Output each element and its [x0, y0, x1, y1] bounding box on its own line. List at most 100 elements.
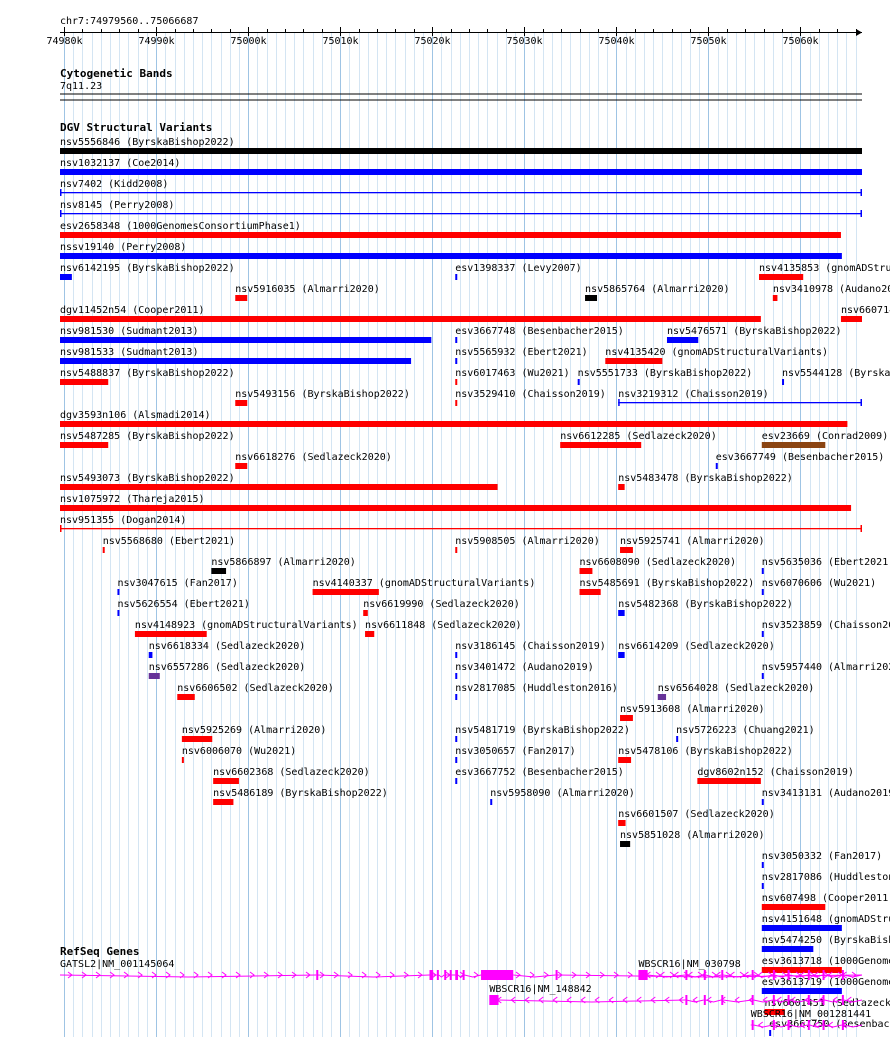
dgv-feature[interactable]: nsv5487285 (ByrskaBishop2022) — [60, 431, 235, 448]
dgv-feature-bar — [618, 484, 625, 490]
dgv-feature[interactable]: nsv5485691 (ByrskaBishop2022) — [579, 578, 755, 595]
dgv-feature[interactable]: nsv6614209 (Sedlazeck2020) — [618, 641, 775, 658]
dgv-feature-label: nsv6564028 (Sedlazeck2020) — [658, 683, 815, 694]
dgv-feature[interactable]: nsv5493156 (ByrskaBishop2022) — [235, 389, 410, 406]
dgv-feature[interactable]: nsv981530 (Sudmant2013) — [60, 326, 432, 343]
dgv-feature[interactable]: esv2658348 (1000GenomesConsortiumPhase1) — [60, 221, 841, 238]
dgv-feature[interactable]: esv3667748 (Besenbacher2015) — [455, 326, 624, 343]
dgv-feature[interactable]: nsv6612285 (Sedlazeck2020) — [560, 431, 717, 448]
dgv-feature[interactable]: nsv2817086 (Huddleston2016) — [761, 872, 890, 889]
dgv-feature[interactable]: nsv6618276 (Sedlazeck2020) — [235, 452, 392, 469]
dgv-feature[interactable]: nsv6564028 (Sedlazeck2020) — [657, 683, 815, 700]
dgv-feature[interactable]: nsv7402 (Kidd2008) — [60, 179, 862, 196]
dgv-feature[interactable]: nsv6601507 (Sedlazeck2020) — [618, 809, 775, 826]
dgv-feature[interactable]: nsv2817085 (Huddleston2016) — [455, 683, 618, 700]
dgv-feature[interactable]: nsv5957440 (Almarri2020) — [761, 662, 890, 679]
dgv-feature[interactable]: nsv5925269 (Almarri2020) — [181, 725, 327, 742]
dgv-feature[interactable]: nsv3047615 (Fan2017) — [117, 578, 238, 595]
dgv-feature[interactable]: nsv5482368 (ByrskaBishop2022) — [618, 599, 793, 616]
dgv-feature[interactable]: nsv6017463 (Wu2021) — [455, 368, 570, 385]
dgv-feature[interactable]: nsv5476571 (ByrskaBishop2022) — [666, 326, 842, 343]
dgv-feature[interactable]: nsv4140337 (gnomADStructuralVariants) — [312, 578, 536, 595]
dgv-feature[interactable]: nsv3219312 (Chaisson2019) — [618, 389, 862, 406]
dgv-feature[interactable]: esv3667752 (Besenbacher2015) — [455, 767, 624, 784]
refseq-exon — [822, 995, 825, 1005]
dgv-feature[interactable]: nsv951355 (Dogan2014) — [60, 515, 862, 532]
dgv-feature[interactable]: nsv3523859 (Chaisson2019) — [761, 620, 890, 637]
dgv-feature[interactable]: nsv5486189 (ByrskaBishop2022) — [213, 788, 388, 805]
dgv-feature[interactable]: nsv5478106 (ByrskaBishop2022) — [618, 746, 793, 763]
dgv-feature[interactable]: nsv5565932 (Ebert2021) — [455, 347, 588, 364]
dgv-feature[interactable]: nsv5866897 (Almarri2020) — [211, 557, 356, 574]
dgv-feature[interactable]: nsv3529410 (Chaisson2019) — [455, 389, 606, 406]
dgv-feature[interactable]: nsv4135853 (gnomADStructuralVariants) — [759, 263, 890, 280]
dgv-feature[interactable]: dgv11452n54 (Cooper2011) — [60, 305, 761, 322]
dgv-feature[interactable]: nsv6070606 (Wu2021) — [761, 578, 876, 595]
dgv-feature-bar — [455, 694, 458, 700]
dgv-feature[interactable]: nsv5544128 (ByrskaBishop2022) — [782, 368, 890, 385]
dgv-feature[interactable]: nsv3413131 (Audano2019) — [761, 788, 890, 805]
dgv-feature-bar — [60, 358, 412, 364]
dgv-feature[interactable]: nsv8145 (Perry2008) — [60, 200, 862, 217]
dgv-feature[interactable]: nsv6619990 (Sedlazeck2020) — [363, 599, 520, 616]
dgv-feature[interactable]: nsv6608090 (Sedlazeck2020) — [579, 557, 737, 574]
dgv-feature[interactable]: nsv5726223 (Chuang2021) — [676, 725, 815, 742]
dgv-feature[interactable]: nsv1032137 (Coe2014) — [60, 158, 862, 175]
dgv-feature[interactable]: nsv5481719 (ByrskaBishop2022) — [455, 725, 630, 742]
dgv-feature[interactable]: nsv5626554 (Ebert2021) — [117, 599, 250, 616]
dgv-feature[interactable]: nsv981533 (Sudmant2013) — [60, 347, 412, 364]
dgv-feature[interactable]: nsv5493073 (ByrskaBishop2022) — [60, 473, 498, 490]
dgv-feature[interactable]: nsv5556846 (ByrskaBishop2022) — [60, 137, 862, 154]
refseq-exon — [807, 970, 810, 980]
dgv-feature[interactable]: nsv6557286 (Sedlazeck2020) — [148, 662, 306, 679]
dgv-feature[interactable]: esv3667749 (Besenbacher2015) — [715, 452, 885, 469]
dgv-feature[interactable]: nsv3410978 (Audano2019) — [772, 284, 890, 301]
dgv-feature[interactable]: nsv6602368 (Sedlazeck2020) — [213, 767, 370, 784]
dgv-feature[interactable]: nsv4135420 (gnomADStructuralVariants) — [605, 347, 828, 364]
dgv-feature[interactable]: nsv6006070 (Wu2021) — [181, 746, 296, 763]
dgv-feature[interactable]: nsv5958090 (Almarri2020) — [490, 788, 635, 805]
dgv-feature[interactable]: nsv3050657 (Fan2017) — [455, 746, 576, 763]
dgv-feature[interactable]: esv3613718 (1000GenomesConsortiumPilot) — [761, 956, 890, 973]
dgv-feature[interactable]: nsv5925741 (Almarri2020) — [620, 536, 765, 553]
dgv-feature[interactable]: nsv5913608 (Almarri2020) — [620, 704, 765, 721]
dgv-feature[interactable]: nsv3186145 (Chaisson2019) — [455, 641, 606, 658]
dgv-feature[interactable]: nsv5916035 (Almarri2020) — [235, 284, 380, 301]
dgv-feature[interactable]: nsv5483478 (ByrskaBishop2022) — [618, 473, 793, 490]
dgv-feature[interactable]: nsv6606502 (Sedlazeck2020) — [177, 683, 334, 700]
dgv-feature[interactable]: nsv6611848 (Sedlazeck2020) — [365, 620, 522, 637]
dgv-feature[interactable]: nsv4148923 (gnomADStructuralVariants) — [134, 620, 358, 637]
dgv-feature[interactable]: nsv4151648 (gnomADStructuralVariants) — [761, 914, 890, 931]
dgv-feature[interactable]: nsv6607144 (Sedlazeck2020) — [840, 305, 890, 322]
ruler-tick-label: 74990k — [138, 36, 174, 47]
dgv-feature-bar — [455, 358, 458, 364]
dgv-feature[interactable]: esv1398337 (Levy2007) — [455, 263, 582, 280]
strand-arrow — [757, 1021, 764, 1029]
dgv-feature[interactable]: nsv5488837 (ByrskaBishop2022) — [60, 368, 235, 385]
dgv-feature[interactable]: nssv19140 (Perry2008) — [60, 242, 842, 259]
dgv-feature[interactable]: dgv3593n106 (Alsmadi2014) — [60, 410, 848, 427]
dgv-feature[interactable]: nsv5851028 (Almarri2020) — [620, 830, 765, 847]
dgv-feature[interactable]: nsv607498 (Cooper2011) — [761, 893, 890, 910]
dgv-feature-bar — [490, 799, 493, 805]
dgv-feature[interactable]: nsv3401472 (Audano2019) — [455, 662, 594, 679]
dgv-feature[interactable]: nsv5551733 (ByrskaBishop2022) — [577, 368, 753, 385]
dgv-feature[interactable]: nsv6142195 (ByrskaBishop2022) — [60, 263, 235, 280]
dgv-feature-label: nsv5488837 (ByrskaBishop2022) — [60, 368, 235, 379]
dgv-feature[interactable]: nsv5865764 (Almarri2020) — [585, 284, 730, 301]
dgv-feature-label: nsv981530 (Sudmant2013) — [60, 326, 198, 337]
dgv-feature[interactable]: nsv3050332 (Fan2017) — [761, 851, 882, 868]
dgv-feature-bar — [455, 652, 458, 658]
strand-arrow — [650, 996, 656, 1004]
dgv-feature[interactable]: nsv5474250 (ByrskaBishop2022) — [761, 935, 890, 952]
dgv-feature[interactable]: esv23669 (Conrad2009) — [761, 431, 888, 448]
dgv-feature[interactable]: dgv8602n152 (Chaisson2019) — [697, 767, 854, 784]
cytoband-track[interactable]: Cytogenetic Bands 7q11.23 — [60, 67, 862, 101]
dgv-feature[interactable]: nsv6618334 (Sedlazeck2020) — [148, 641, 306, 658]
dgv-feature[interactable]: nsv5635036 (Ebert2021) — [761, 557, 890, 574]
dgv-feature[interactable]: esv3667750 (Besenbacher2015) — [769, 1019, 890, 1036]
dgv-feature[interactable]: nsv5568680 (Ebert2021) — [102, 536, 235, 553]
dgv-feature[interactable]: esv3613719 (1000GenomesConsortiumPilot) — [761, 977, 890, 994]
dgv-feature[interactable]: nsv5908505 (Almarri2020) — [455, 536, 600, 553]
dgv-feature[interactable]: nsv1075972 (Thareja2015) — [60, 494, 852, 511]
